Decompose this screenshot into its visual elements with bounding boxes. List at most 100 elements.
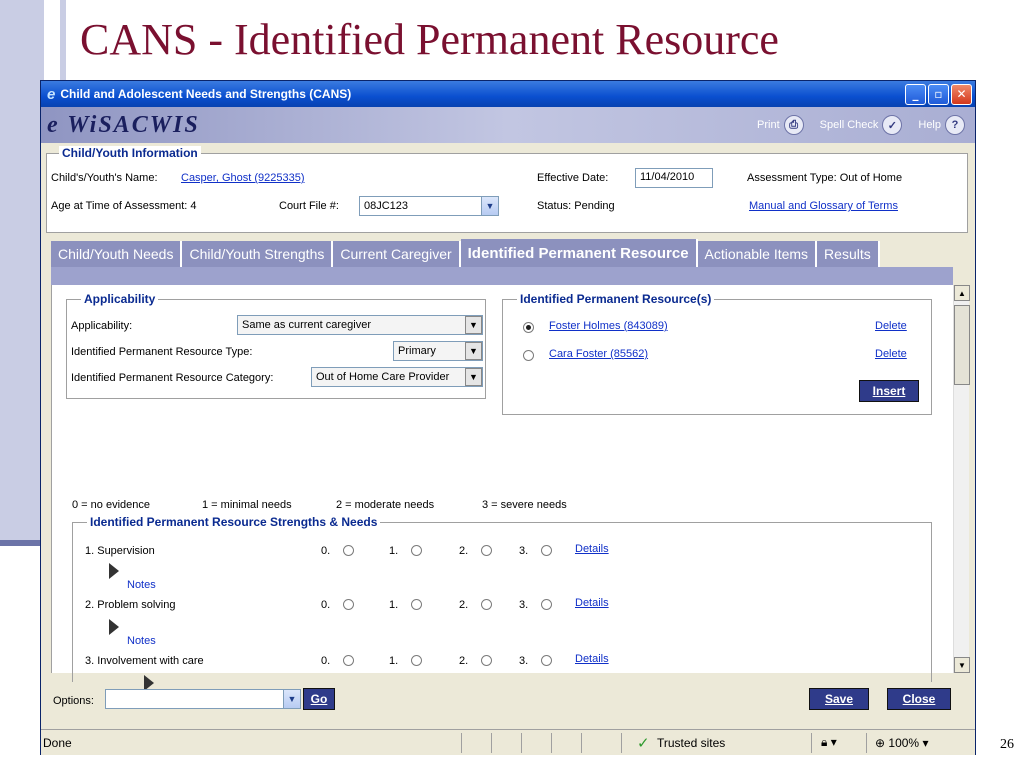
details-link-2[interactable]: Details <box>575 597 609 609</box>
tab-content-strip <box>51 267 953 285</box>
resource-radio-2[interactable] <box>523 350 534 361</box>
resource-radio-1[interactable] <box>523 322 534 333</box>
item-2-radio-1[interactable] <box>411 599 422 610</box>
status-divider <box>521 733 522 753</box>
trusted-check-icon: ✓ <box>637 735 650 752</box>
court-file-value: 08JC123 <box>364 200 409 212</box>
insert-button[interactable]: Insert <box>859 380 919 402</box>
scroll-thumb[interactable] <box>954 305 970 385</box>
chevron-down-icon[interactable]: ▼ <box>283 690 300 708</box>
chevron-down-icon[interactable]: ▼ <box>465 316 482 334</box>
go-button[interactable]: Go <box>303 688 335 710</box>
option-label: 3. <box>519 599 529 611</box>
slide-page-number: 26 <box>1000 737 1014 752</box>
option-label: 1. <box>389 599 399 611</box>
item-2-radio-0[interactable] <box>343 599 354 610</box>
status-divider <box>581 733 582 753</box>
status-divider <box>551 733 552 753</box>
item-3-radio-0[interactable] <box>343 655 354 666</box>
effective-date-field[interactable]: 11/04/2010 <box>635 168 713 188</box>
help-tool[interactable]: Help ? <box>918 115 965 135</box>
zoom-control[interactable]: ⊕ 100% ▾ <box>875 736 928 750</box>
print-tool[interactable]: Print ⎙ <box>757 115 804 135</box>
applicability-panel: Applicability Applicability: Same as cur… <box>66 292 486 399</box>
applicability-value: Same as current caregiver <box>242 319 371 331</box>
applicability-legend: Applicability <box>81 292 159 306</box>
item-2-radio-3[interactable] <box>541 599 552 610</box>
item-2-radio-2[interactable] <box>481 599 492 610</box>
options-select[interactable]: ▼ <box>105 689 301 709</box>
option-label: 2. <box>459 545 469 557</box>
scroll-down-icon[interactable]: ▼ <box>954 657 970 673</box>
notes-toggle-1[interactable]: Notes <box>127 579 156 591</box>
content-scrollbar[interactable]: ▲ ▼ <box>953 285 970 673</box>
details-link-1[interactable]: Details <box>575 543 609 555</box>
slide-title-rule <box>60 0 66 92</box>
details-link-3[interactable]: Details <box>575 653 609 665</box>
manual-glossary-link[interactable]: Manual and Glossary of Terms <box>749 200 898 212</box>
lock-icon[interactable]: 🔒︎ ▾ <box>821 735 837 750</box>
item-label-3: 3. Involvement with care <box>85 655 204 667</box>
applicability-select[interactable]: Same as current caregiver ▼ <box>237 315 483 335</box>
help-icon[interactable]: ? <box>945 115 965 135</box>
close-window-button[interactable]: ✕ <box>951 83 972 105</box>
resource-category-select[interactable]: Out of Home Care Provider ▼ <box>311 367 483 387</box>
restore-button[interactable]: ▫ <box>928 83 949 105</box>
delete-resource-2[interactable]: Delete <box>875 348 907 360</box>
spell-check-label: Spell Check <box>819 119 879 131</box>
header-toolbar: Print ⎙ Spell Check ✓ Help ? <box>757 115 965 135</box>
resource-link-1[interactable]: Foster Holmes (843089) <box>549 320 668 332</box>
tab-bar: Child/Youth Needs Child/Youth Strengths … <box>51 239 880 267</box>
resource-category-value: Out of Home Care Provider <box>316 371 450 383</box>
option-label: 0. <box>321 545 331 557</box>
expand-notes-icon[interactable] <box>109 619 119 635</box>
resource-type-select[interactable]: Primary ▼ <box>393 341 483 361</box>
tab-child-youth-needs[interactable]: Child/Youth Needs <box>51 241 183 267</box>
resource-type-label: Identified Permanent Resource Type: <box>71 346 253 358</box>
resource-link-2[interactable]: Cara Foster (85562) <box>549 348 648 360</box>
tab-child-youth-strengths[interactable]: Child/Youth Strengths <box>182 241 334 267</box>
minimize-button[interactable]: _ <box>905 83 926 105</box>
court-file-select[interactable]: 08JC123 ▼ <box>359 196 499 216</box>
printer-icon[interactable]: ⎙ <box>783 115 804 135</box>
tab-identified-permanent-resource[interactable]: Identified Permanent Resource <box>460 239 698 267</box>
item-1-radio-3[interactable] <box>541 545 552 556</box>
item-1-radio-2[interactable] <box>481 545 492 556</box>
tab-results[interactable]: Results <box>817 241 880 267</box>
spell-check-tool[interactable]: Spell Check ✓ <box>820 115 903 135</box>
item-3-radio-3[interactable] <box>541 655 552 666</box>
chevron-down-icon[interactable]: ▼ <box>465 368 482 386</box>
tab-current-caregiver[interactable]: Current Caregiver <box>333 241 461 267</box>
item-3-radio-2[interactable] <box>481 655 492 666</box>
tab-actionable-items[interactable]: Actionable Items <box>697 241 818 267</box>
window-titlebar[interactable]: e Child and Adolescent Needs and Strengt… <box>41 81 975 107</box>
spell-check-icon[interactable]: ✓ <box>882 115 903 135</box>
option-label: 0. <box>321 655 331 667</box>
browser-statusbar: Done ✓ Trusted sites 🔒︎ ▾ ⊕ 100% ▾ <box>41 729 975 755</box>
item-1-radio-0[interactable] <box>343 545 354 556</box>
close-button[interactable]: Close <box>887 688 951 710</box>
chevron-down-icon[interactable]: ▼ <box>465 342 482 360</box>
age-at-assessment: Age at Time of Assessment: 4 <box>51 200 197 212</box>
zone-text: Trusted sites <box>657 736 726 750</box>
scroll-up-icon[interactable]: ▲ <box>954 285 970 301</box>
slide-side-bar-accent <box>0 540 44 546</box>
resource-type-value: Primary <box>398 345 436 357</box>
item-1-radio-1[interactable] <box>411 545 422 556</box>
delete-resource-1[interactable]: Delete <box>875 320 907 332</box>
item-3-radio-1[interactable] <box>411 655 422 666</box>
print-label: Print <box>757 119 780 131</box>
chevron-down-icon[interactable]: ▾ <box>922 736 928 750</box>
notes-toggle-2[interactable]: Notes <box>127 635 156 647</box>
slide-side-bar <box>0 0 44 540</box>
scale-0: 0 = no evidence <box>72 499 150 511</box>
child-name-link[interactable]: Casper, Ghost (9225335) <box>181 172 305 184</box>
expand-notes-icon[interactable] <box>109 563 119 579</box>
chevron-down-icon[interactable]: ▼ <box>481 197 498 215</box>
option-label: 3. <box>519 545 529 557</box>
option-label: 2. <box>459 655 469 667</box>
resources-legend: Identified Permanent Resource(s) <box>517 292 715 306</box>
zoom-level: 100% <box>888 736 920 750</box>
scale-1: 1 = minimal needs <box>202 499 292 511</box>
save-button[interactable]: Save <box>809 688 869 710</box>
